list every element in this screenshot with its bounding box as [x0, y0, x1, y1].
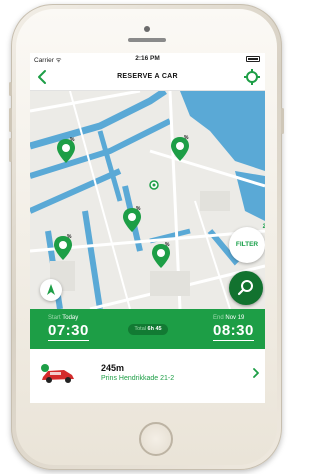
navigation-bar: RESERVE A CAR: [30, 64, 265, 91]
end-day: Nov 19: [225, 315, 245, 321]
total-duration-pill: Total 6h 45: [128, 324, 168, 335]
page-title: RESERVE A CAR: [117, 73, 178, 80]
map-pin[interactable]: %: [56, 137, 76, 164]
car-address: Prins Hendrikkade 21-2: [101, 375, 175, 382]
status-time: 2:16 PM: [135, 55, 160, 62]
pin-count: %: [184, 135, 189, 141]
car-icon: [41, 364, 74, 383]
pin-count: %: [67, 234, 72, 240]
map-view[interactable]: % % % % % FILTER 2: [30, 91, 265, 309]
filter-count-badge: 2: [262, 224, 265, 230]
filter-label: FILTER: [235, 241, 259, 248]
total-value: 6h 45: [147, 326, 162, 332]
end-label: End: [213, 315, 224, 321]
chevron-right-icon: [253, 368, 259, 378]
home-button[interactable]: [139, 422, 173, 456]
search-button[interactable]: [229, 271, 263, 305]
map-pin[interactable]: %: [170, 135, 190, 162]
locate-button[interactable]: [243, 68, 261, 86]
navigation-arrow-icon: [47, 284, 55, 295]
total-label: Total: [134, 326, 146, 332]
start-time: 07:30: [48, 322, 89, 341]
end-time: 08:30: [213, 322, 254, 341]
start-day: Today: [62, 315, 79, 321]
map-pin[interactable]: %: [151, 242, 171, 269]
pin-count: %: [136, 206, 141, 212]
filter-button[interactable]: FILTER 2: [229, 224, 265, 263]
start-label: Start: [48, 315, 61, 321]
reservation-time-bar: Start Today 07:30 Total 6h 45 End Nov 19…: [30, 309, 265, 349]
silent-switch: [9, 82, 12, 96]
volume-up-button: [9, 108, 12, 132]
end-time-selector[interactable]: End Nov 19 08:30: [213, 315, 254, 341]
map-pin[interactable]: %: [53, 234, 73, 261]
volume-down-button: [9, 138, 12, 162]
start-time-selector[interactable]: Start Today 07:30: [48, 315, 89, 341]
app-screen: Carrier ᯤ 2:16 PM RESERVE A CAR % % % % …: [30, 53, 265, 403]
pin-count: %: [165, 242, 170, 248]
power-button: [281, 108, 284, 134]
earpiece-speaker: [128, 38, 166, 42]
car-list-item[interactable]: 245m Prins Hendrikkade 21-2: [30, 349, 265, 403]
pin-count: %: [70, 137, 75, 143]
front-camera: [144, 26, 150, 32]
status-bar: Carrier ᯤ 2:16 PM: [30, 53, 265, 64]
compass-button[interactable]: [40, 279, 62, 301]
locate-icon: [244, 69, 260, 85]
car-distance: 245m: [101, 363, 125, 373]
battery-icon: [246, 56, 260, 62]
search-icon: [237, 280, 253, 296]
map-pin[interactable]: %: [122, 206, 142, 233]
